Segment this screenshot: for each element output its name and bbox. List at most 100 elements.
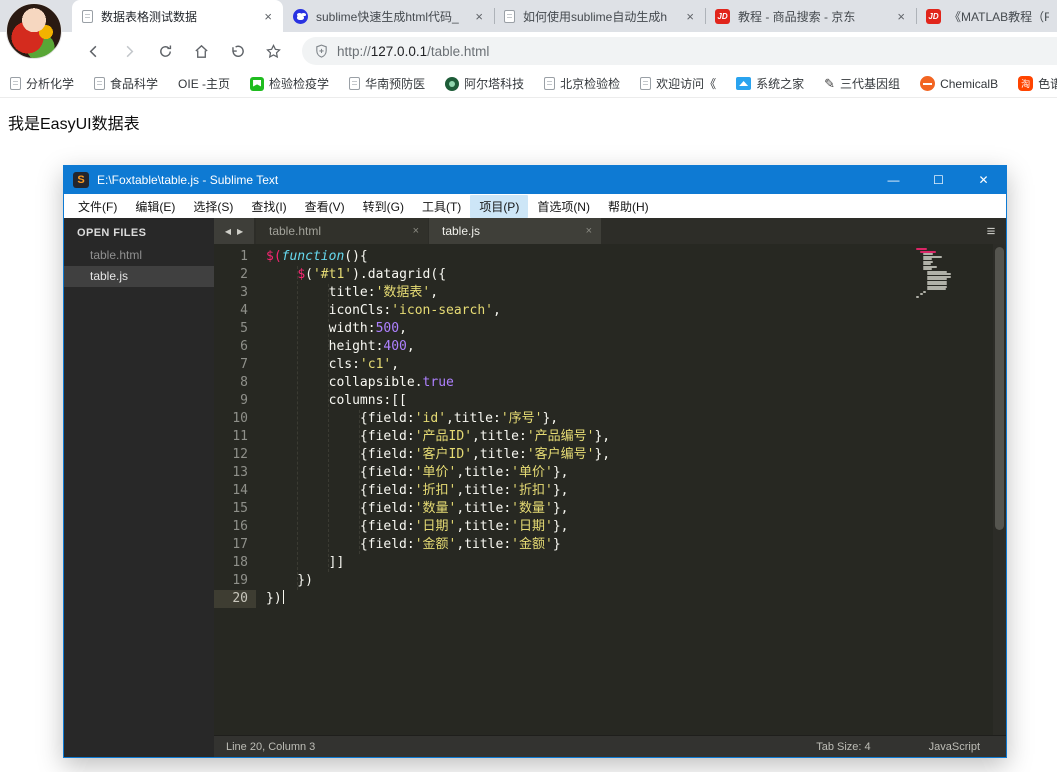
tab-close-icon[interactable]: ×: [683, 9, 697, 24]
code-line: 15 {field:'数量',title:'数量'},: [214, 500, 1006, 518]
address-bar[interactable]: http://127.0.0.1/table.html: [302, 37, 1057, 65]
bookmark-label: 检验检疫学: [269, 77, 330, 91]
close-button[interactable]: ✕: [961, 166, 1006, 194]
menu-item[interactable]: 查找(I): [242, 195, 295, 218]
code-text: }): [256, 572, 313, 590]
menu-item[interactable]: 查看(V): [296, 195, 354, 218]
tab-title: 数据表格测试数据: [101, 9, 198, 24]
bookmark-item[interactable]: 食品科学: [94, 75, 158, 92]
code-text: {field:'产品ID',title:'产品编号'},: [256, 428, 610, 446]
code-text: {field:'单价',title:'单价'},: [256, 464, 569, 482]
browser-tab[interactable]: 数据表格测试数据 ×: [72, 0, 283, 32]
tab-overflow-menu-icon[interactable]: ≡: [976, 218, 1006, 244]
code-token: '单价': [511, 465, 553, 480]
menu-item[interactable]: 项目(P): [470, 194, 529, 218]
bookmark-item[interactable]: 分析化学: [10, 75, 74, 92]
bookmark-item[interactable]: OIE -主页: [178, 75, 230, 92]
menu-item[interactable]: 首选项(N): [528, 195, 599, 218]
line-number: 4: [240, 303, 248, 318]
sidebar-file[interactable]: table.html: [64, 245, 214, 266]
bookmark-label: 北京检验检: [560, 77, 621, 91]
line-number: 2: [240, 267, 248, 282]
bookmark-item[interactable]: 检验检疫学: [250, 75, 329, 92]
editor-scrollbar-track[interactable]: [993, 244, 1006, 735]
browser-tab[interactable]: sublime快速生成html代码_ ×: [283, 0, 494, 32]
code-token: ,: [391, 357, 400, 372]
orangebar-icon: [920, 76, 936, 91]
editor-tab-close-icon[interactable]: ×: [413, 225, 419, 237]
minimize-button[interactable]: —: [871, 166, 916, 194]
reload-button[interactable]: [150, 36, 180, 66]
bookmark-item[interactable]: 欢迎访问《: [640, 75, 716, 92]
browser-tab[interactable]: JD 《MATLAB教程（R2022: [916, 0, 1057, 32]
page-icon: [82, 9, 93, 23]
menu-item[interactable]: 帮助(H): [599, 195, 658, 218]
code-token: },: [552, 501, 569, 516]
tab-separator: [916, 8, 917, 24]
code-token: '产品编号': [526, 429, 595, 444]
editor-tab[interactable]: table.html ×: [256, 218, 428, 244]
code-text: {field:'数量',title:'数量'},: [256, 500, 569, 518]
bookmark-star-button[interactable]: [258, 36, 288, 66]
code-token: },: [594, 447, 611, 462]
bookmark-item[interactable]: 阿尔塔科技: [445, 75, 524, 92]
bookmark-item[interactable]: 系统之家: [736, 75, 804, 92]
editor-tab-title: table.html: [269, 224, 322, 238]
line-number: 1: [240, 249, 248, 264]
code-text: columns:[[: [256, 392, 407, 410]
bookmark-item[interactable]: 淘色谱耗材: [1018, 75, 1057, 92]
tab-scroll-left-icon[interactable]: ◀: [225, 227, 231, 236]
indent-guide: [359, 410, 360, 554]
forward-button[interactable]: [114, 36, 144, 66]
code-token: title:: [266, 285, 376, 300]
bookmark-item[interactable]: 北京检验检: [544, 75, 620, 92]
menu-item[interactable]: 编辑(E): [126, 195, 184, 218]
code-line: 20}): [214, 590, 1006, 608]
undo-restore-button[interactable]: [222, 36, 252, 66]
editor-scrollbar-thumb[interactable]: [995, 247, 1004, 530]
tab-scroll-right-icon[interactable]: ▶: [237, 227, 243, 236]
home-button[interactable]: [186, 36, 216, 66]
editor-tab[interactable]: table.js ×: [429, 218, 601, 244]
code-token: width:: [266, 321, 376, 336]
code-token: ,title:: [456, 501, 512, 516]
bookmark-item[interactable]: ChemicalB: [920, 76, 998, 91]
menu-item[interactable]: 工具(T): [413, 195, 470, 218]
sidebar-file[interactable]: table.js: [64, 266, 214, 287]
tab-close-icon[interactable]: ×: [261, 9, 275, 24]
sublime-logo-icon: S: [73, 172, 89, 188]
browser-tab[interactable]: JD 教程 - 商品搜索 - 京东 ×: [705, 0, 916, 32]
darkgreen-icon: [445, 76, 460, 91]
tab-title: 教程 - 商品搜索 - 京东: [738, 9, 856, 24]
editor-tab-bar: ◀ ▶ table.html × table.js × ≡: [214, 218, 1006, 244]
browser-tab[interactable]: 如何使用sublime自动生成h ×: [494, 0, 705, 32]
editor-tab-close-icon[interactable]: ×: [586, 225, 592, 237]
code-line: 10 {field:'id',title:'序号'},: [214, 410, 1006, 428]
sublime-title-bar[interactable]: S E:\Foxtable\table.js - Sublime Text — …: [64, 166, 1006, 194]
menu-item[interactable]: 文件(F): [69, 195, 126, 218]
minimap[interactable]: [916, 248, 956, 298]
bookmark-item[interactable]: 华南预防医: [349, 75, 425, 92]
menu-item[interactable]: 转到(G): [354, 195, 413, 218]
code-editor[interactable]: 1 $(function(){2 $('#t1').datagrid({3 tit…: [214, 244, 1006, 735]
tab-close-icon[interactable]: ×: [472, 9, 486, 24]
code-token: ,title:: [472, 429, 527, 444]
syntax-status[interactable]: JavaScript: [929, 741, 980, 753]
minimap-line: [926, 283, 948, 285]
maximize-button[interactable]: ☐: [916, 166, 961, 194]
code-token: ,: [430, 285, 439, 300]
bookmark-label: 华南预防医: [365, 77, 426, 91]
code-line: 9 columns:[[: [214, 392, 1006, 410]
line-number: 18: [232, 555, 248, 570]
code-token: '折扣': [414, 483, 457, 498]
tab-size-status[interactable]: Tab Size: 4: [816, 741, 870, 753]
back-button[interactable]: [78, 36, 108, 66]
code-text: $(function(){: [256, 248, 368, 266]
code-token: 'id': [414, 411, 447, 426]
tab-close-icon[interactable]: ×: [894, 9, 908, 24]
browser-profile-avatar[interactable]: [6, 3, 62, 59]
menu-item[interactable]: 选择(S): [184, 195, 242, 218]
bookmark-item[interactable]: ✎ 三代基因组: [824, 75, 900, 92]
code-text: collapsible.true: [256, 374, 454, 392]
